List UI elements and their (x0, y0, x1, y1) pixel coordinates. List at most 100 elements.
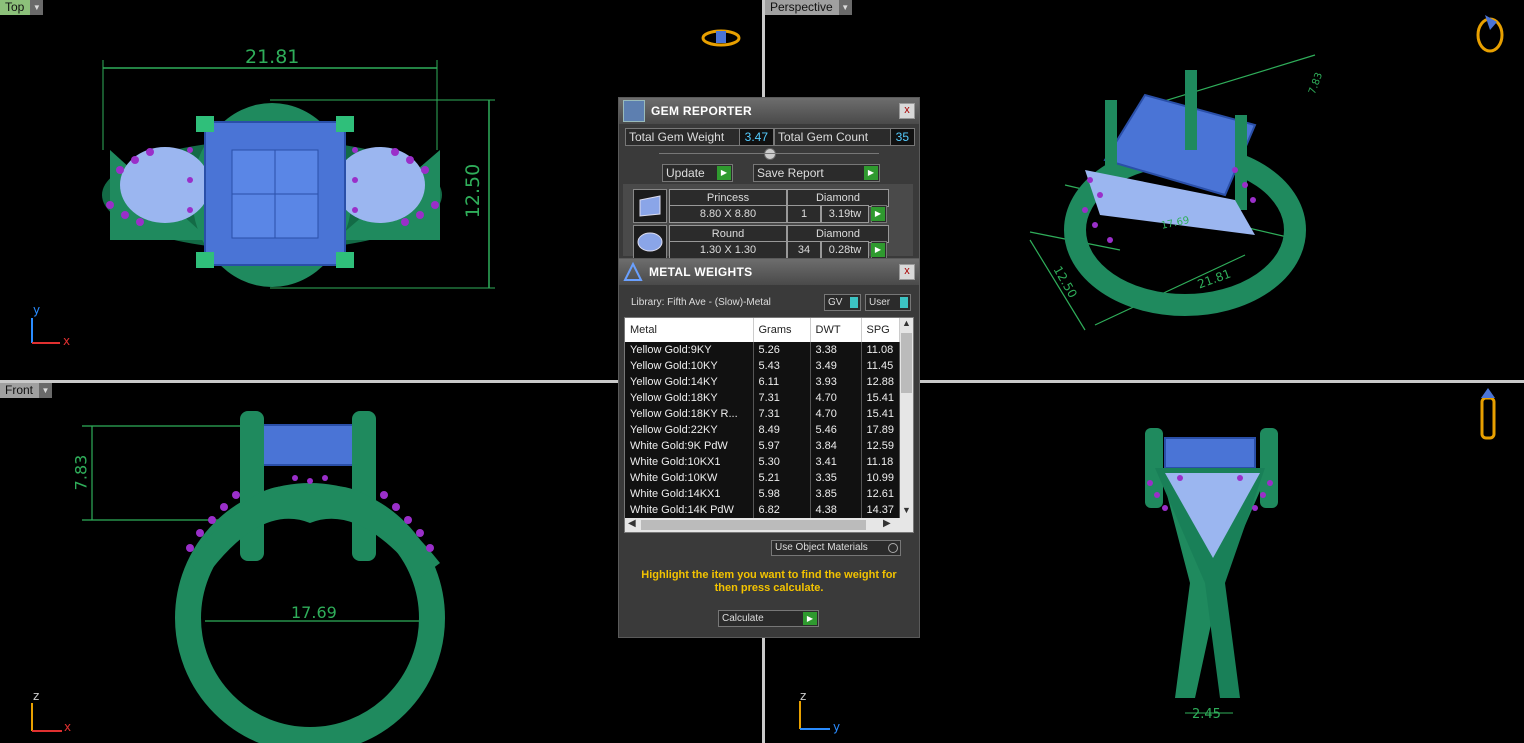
calculate-button-label: Calculate (722, 613, 764, 624)
table-cell: 5.30 (753, 454, 811, 470)
viewport-perspective-label[interactable]: Perspective ▼ (765, 0, 852, 15)
gem-weight: 3.19tw (821, 205, 869, 223)
viewport-front-label[interactable]: Front ▼ (0, 383, 53, 398)
total-gem-count-label: Total Gem Count (778, 130, 869, 144)
table-cell: 8.49 (753, 422, 811, 438)
instructions-text: Highlight the item you want to find the … (641, 569, 897, 594)
gem-reporter-panel: GEM REPORTER x Total Gem Weight 3.47 Tot… (618, 97, 920, 259)
metal-weights-titlebar[interactable]: METAL WEIGHTS x (619, 259, 919, 285)
front-axis-z: z (33, 689, 40, 703)
total-gem-count-field: Total Gem Count 35 (774, 128, 915, 146)
table-cell: 3.49 (810, 358, 862, 374)
metal-library-label: Library: Fifth Ave - (Slow)-Metal (631, 297, 771, 308)
update-button[interactable]: Update ▶ (662, 164, 733, 182)
table-cell: Yellow Gold:18KY (625, 390, 754, 406)
table-cell: White Gold:10KW (625, 470, 754, 486)
table-cell: White Gold:9K PdW (625, 438, 754, 454)
horizontal-scrollbar[interactable]: ◀ ▶ (625, 518, 913, 532)
table-row[interactable]: White Gold:10KW 5.21 3.35 10.99 (625, 470, 900, 486)
table-cell: White Gold:14K PdW (625, 502, 754, 518)
table-cell: 5.21 (753, 470, 811, 486)
table-cell: 10.99 (861, 470, 900, 486)
table-cell: Yellow Gold:22KY (625, 422, 754, 438)
table-cell: 14.37 (861, 502, 900, 518)
column-header-spg[interactable]: SPG (861, 318, 900, 342)
right-axis-z: z (800, 689, 807, 703)
scroll-up-icon[interactable]: ▲ (900, 318, 913, 331)
table-row[interactable]: Yellow Gold:22KY 8.49 5.46 17.89 (625, 422, 900, 438)
gem-reporter-logo-icon (623, 100, 645, 122)
table-row[interactable]: White Gold:14K PdW 6.82 4.38 14.37 (625, 502, 900, 518)
table-row[interactable]: White Gold:14KX1 5.98 3.85 12.61 (625, 486, 900, 502)
gem-row[interactable]: Princess 8.80 X 8.80 Diamond 1 3.19tw ▶ (631, 187, 893, 223)
save-report-button[interactable]: Save Report ▶ (753, 164, 880, 182)
metal-table-container: Metal Grams DWT SPG Yellow Gold:9KY 5.26 3.38 1… (624, 317, 914, 533)
play-icon: ▶ (871, 207, 885, 221)
close-icon[interactable]: x (899, 103, 915, 119)
table-cell: 5.43 (753, 358, 811, 374)
table-cell: 5.26 (753, 342, 811, 358)
table-cell: 11.18 (861, 454, 900, 470)
toggle-indicator-icon (900, 297, 908, 308)
table-cell: 3.84 (810, 438, 862, 454)
table-cell: 12.59 (861, 438, 900, 454)
table-cell: 4.70 (810, 390, 862, 406)
table-cell: 3.41 (810, 454, 862, 470)
gem-select-button[interactable]: ▶ (871, 205, 887, 223)
table-cell: Yellow Gold:10KY (625, 358, 754, 374)
table-row[interactable]: White Gold:10KX1 5.30 3.41 11.18 (625, 454, 900, 470)
scrollbar-thumb[interactable] (641, 520, 866, 530)
scroll-down-icon[interactable]: ▼ (900, 505, 913, 518)
chevron-down-icon[interactable]: ▼ (838, 0, 852, 15)
table-cell: 4.38 (810, 502, 862, 518)
table-row[interactable]: Yellow Gold:9KY 5.26 3.38 11.08 (625, 342, 900, 358)
table-cell: 11.45 (861, 358, 900, 374)
chevron-down-icon[interactable]: ▼ (39, 383, 53, 398)
use-object-materials-toggle[interactable]: Use Object Materials (771, 540, 901, 556)
table-cell: 5.98 (753, 486, 811, 502)
separator (659, 153, 879, 154)
front-dim-inner: 17.69 (291, 603, 337, 622)
gem-select-button[interactable]: ▶ (871, 241, 887, 259)
column-header-dwt[interactable]: DWT (810, 318, 862, 342)
table-row[interactable]: Yellow Gold:14KY 6.11 3.93 12.88 (625, 374, 900, 390)
table-row[interactable]: Yellow Gold:10KY 5.43 3.49 11.45 (625, 358, 900, 374)
close-icon[interactable]: x (899, 264, 915, 280)
table-cell: 3.93 (810, 374, 862, 390)
top-axis-x: x (63, 334, 71, 348)
collapse-toggle-icon[interactable] (764, 148, 776, 160)
gem-size: 8.80 X 8.80 (669, 205, 787, 223)
table-cell: 11.08 (861, 342, 900, 358)
scroll-right-icon[interactable]: ▶ (883, 518, 891, 529)
total-gem-weight-value: 3.47 (738, 129, 773, 145)
front-axis-x: x (64, 720, 72, 734)
table-cell: 6.82 (753, 502, 811, 518)
table-row[interactable]: Yellow Gold:18KY 7.31 4.70 15.41 (625, 390, 900, 406)
calculate-button[interactable]: Calculate ▶ (718, 610, 819, 627)
viewport-top-title: Top (0, 0, 31, 15)
table-row[interactable]: Yellow Gold:18KY R... 7.31 4.70 15.41 (625, 406, 900, 422)
gem-reporter-titlebar[interactable]: GEM REPORTER x (619, 98, 919, 124)
gv-toggle[interactable]: GV (824, 294, 861, 311)
table-cell: 3.35 (810, 470, 862, 486)
scrollbar-thumb[interactable] (901, 333, 912, 393)
user-toggle[interactable]: User (865, 294, 911, 311)
update-button-label: Update (666, 166, 705, 180)
total-gem-count-value: 35 (889, 129, 914, 145)
princess-gem-icon (633, 189, 667, 223)
scroll-left-icon[interactable]: ◀ (628, 518, 636, 529)
table-cell: Yellow Gold:14KY (625, 374, 754, 390)
toggle-indicator-icon (850, 297, 858, 308)
table-cell: 4.70 (810, 406, 862, 422)
viewport-top-label[interactable]: Top ▼ (0, 0, 44, 15)
metal-weights-title: METAL WEIGHTS (649, 265, 753, 279)
table-cell: 7.31 (753, 406, 811, 422)
column-header-grams[interactable]: Grams (753, 318, 811, 342)
table-cell: 12.88 (861, 374, 900, 390)
vertical-scrollbar[interactable]: ▲ ▼ (900, 318, 913, 518)
chevron-down-icon[interactable]: ▼ (30, 0, 44, 15)
table-row[interactable]: White Gold:9K PdW 5.97 3.84 12.59 (625, 438, 900, 454)
column-header-metal[interactable]: Metal (625, 318, 754, 342)
metal-weights-panel: METAL WEIGHTS x Library: Fifth Ave - (Sl… (618, 258, 920, 638)
gem-row[interactable]: Round 1.30 X 1.30 Diamond 34 0.28tw ▶ (631, 223, 893, 259)
